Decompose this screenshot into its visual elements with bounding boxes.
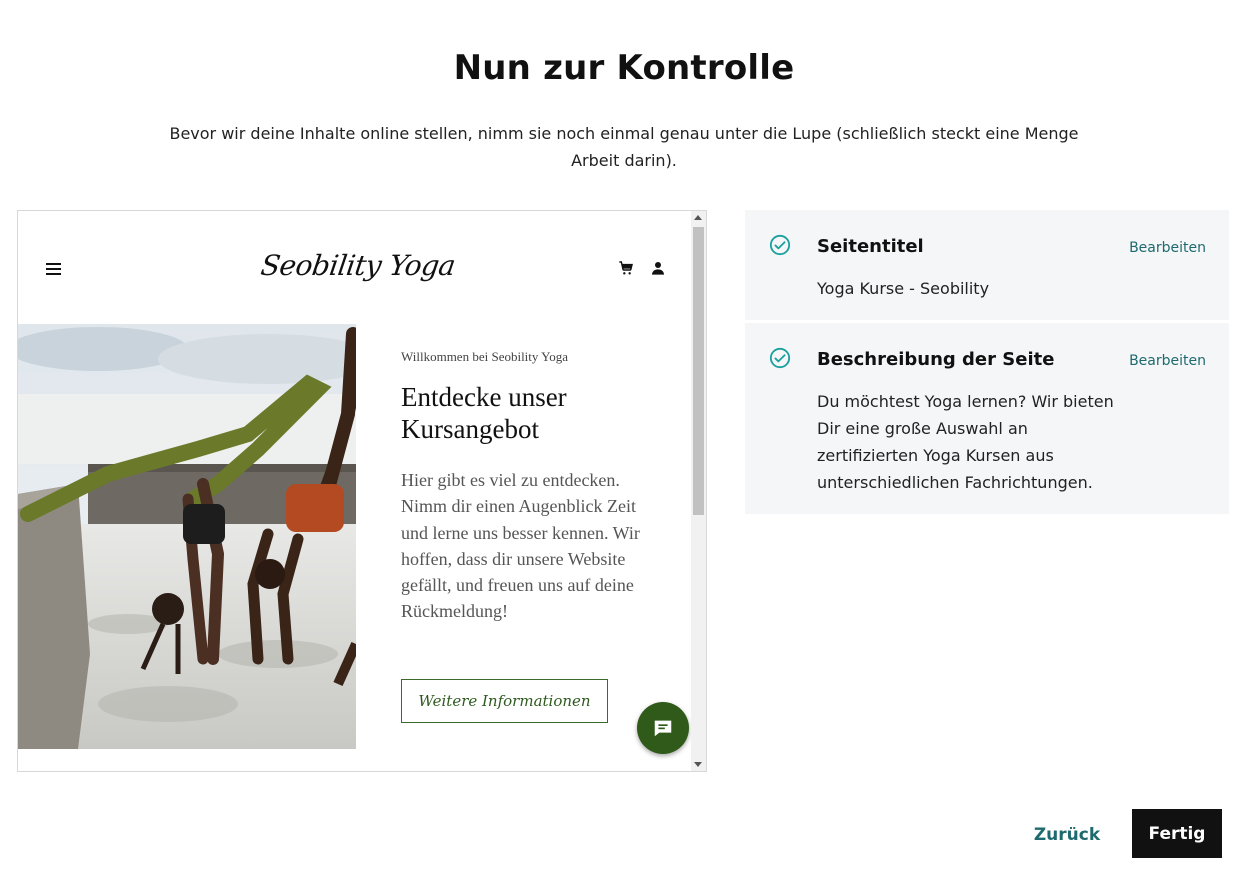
page-subtitle: Bevor wir deine Inhalte online stellen, … (169, 124, 1079, 170)
card-title: Beschreibung der Seite (817, 349, 1055, 370)
website-preview: Seobility Yoga Willkommen bei Seobility … (17, 210, 707, 772)
edit-page-title-link[interactable]: Bearbeiten (1129, 240, 1206, 256)
user-icon[interactable] (650, 260, 666, 276)
check-circle-icon (769, 347, 791, 369)
scroll-down-arrow-icon[interactable] (694, 762, 702, 767)
card-title: Seitentitel (817, 236, 924, 257)
back-button[interactable]: Zurück (1024, 816, 1110, 854)
site-header: Seobility Yoga (18, 211, 693, 323)
menu-icon[interactable] (46, 262, 62, 276)
review-card-description: Beschreibung der Seite Bearbeiten Du möc… (745, 323, 1229, 514)
hero-eyebrow: Willkommen bei Seobility Yoga (401, 349, 569, 364)
hero-heading: Entdecke unser Kursangebot (401, 382, 567, 444)
cart-icon[interactable] (618, 260, 634, 276)
card-value: Du möchtest Yoga lernen? Wir bieten Dir … (817, 392, 1114, 492)
scroll-up-arrow-icon[interactable] (694, 215, 702, 220)
review-card-page-title: Seitentitel Bearbeiten Yoga Kurse - Seob… (745, 210, 1229, 320)
chat-icon (654, 720, 672, 737)
site-logo[interactable]: Seobility Yoga (176, 249, 541, 282)
hero-body: Hier gibt es viel zu entdecken. Nimm dir… (401, 470, 640, 622)
more-info-button[interactable]: Weitere Informationen (401, 679, 608, 723)
scroll-thumb[interactable] (693, 227, 704, 515)
hero-image (18, 324, 356, 749)
edit-description-link[interactable]: Bearbeiten (1129, 353, 1206, 369)
done-button[interactable]: Fertig (1132, 809, 1222, 858)
page-title: Nun zur Kontrolle (453, 48, 795, 88)
hero-text: Willkommen bei Seobility Yoga Entdecke u… (401, 349, 666, 625)
preview-scrollbar[interactable] (691, 211, 706, 771)
chat-button[interactable] (637, 702, 689, 754)
check-circle-icon (769, 234, 791, 256)
card-value: Yoga Kurse - Seobility (817, 279, 990, 298)
